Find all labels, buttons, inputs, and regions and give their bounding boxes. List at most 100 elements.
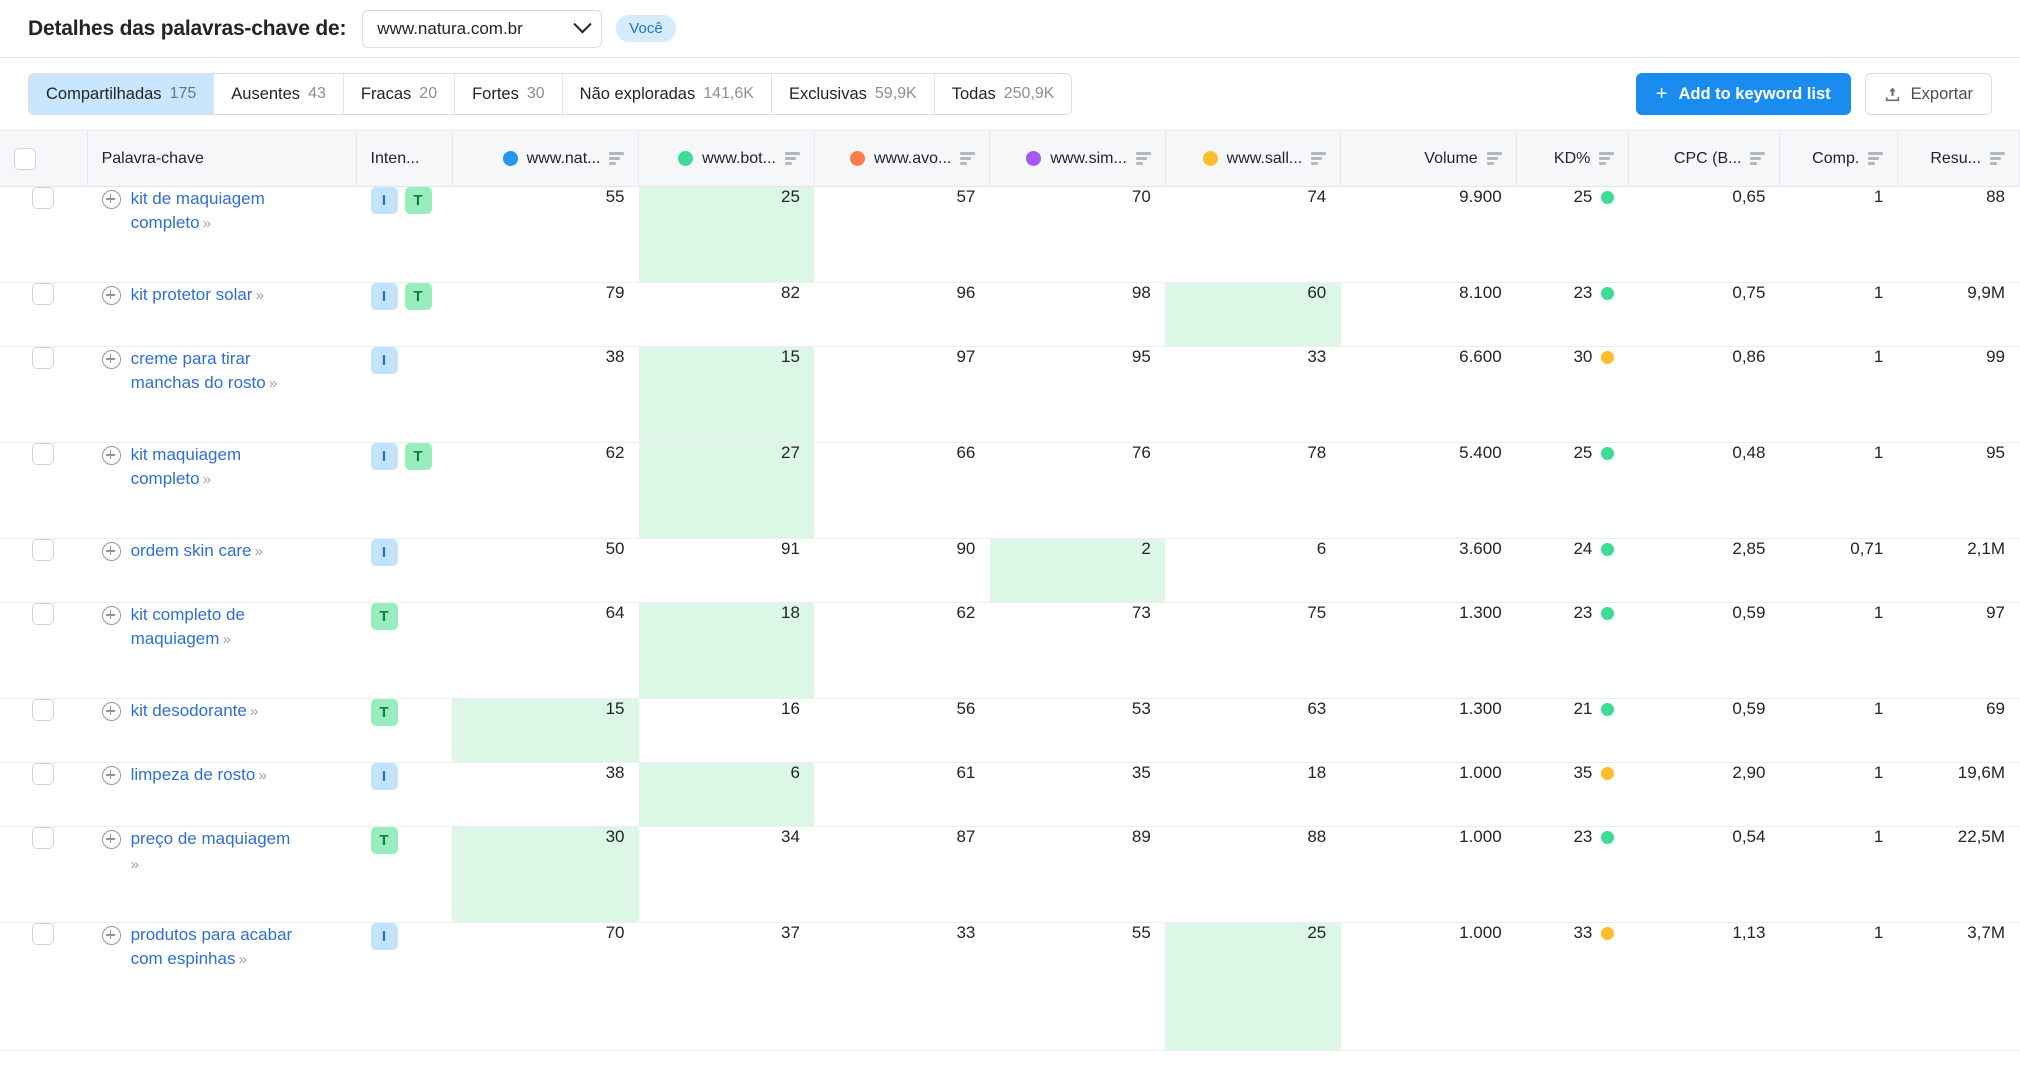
add-keyword-icon[interactable]: [102, 606, 121, 625]
intent-badge-T[interactable]: T: [371, 699, 398, 726]
tab-exclusivas[interactable]: Exclusivas59,9K: [772, 74, 935, 114]
tab-fracas[interactable]: Fracas20: [344, 74, 455, 114]
column-header-boticario[interactable]: www.bot...: [639, 131, 814, 187]
keyword-expand-icon[interactable]: »: [131, 856, 138, 873]
intent-badge-I[interactable]: I: [371, 539, 398, 566]
row-checkbox[interactable]: [32, 699, 54, 721]
column-header-avon[interactable]: www.avo...: [814, 131, 989, 187]
sort-icon-sim[interactable]: [1136, 152, 1151, 165]
column-header-keyword[interactable]: Palavra-chave: [87, 131, 356, 187]
column-header-natura[interactable]: www.nat...: [452, 131, 639, 187]
add-to-keyword-list-button[interactable]: + Add to keyword list: [1636, 73, 1851, 115]
table-row[interactable]: kit desodorante »T15165653631.300210,591…: [0, 699, 2020, 763]
intent-badge-T[interactable]: T: [405, 187, 432, 214]
table-row[interactable]: kit completo de maquiagem »T64186273751.…: [0, 603, 2020, 699]
keyword-link[interactable]: ordem skin care »: [131, 539, 262, 564]
row-checkbox[interactable]: [32, 347, 54, 369]
add-keyword-icon[interactable]: [102, 830, 121, 849]
row-checkbox[interactable]: [32, 923, 54, 945]
keyword-expand-icon[interactable]: »: [200, 471, 211, 488]
sort-icon-natura[interactable]: [609, 152, 624, 165]
tab-todas[interactable]: Todas250,9K: [935, 74, 1072, 114]
table-row[interactable]: kit protetor solar »IT79829698608.100230…: [0, 283, 2020, 347]
intent-badge-I[interactable]: I: [371, 763, 398, 790]
sort-icon-avon[interactable]: [960, 152, 975, 165]
add-keyword-icon[interactable]: [102, 542, 121, 561]
row-checkbox[interactable]: [32, 827, 54, 849]
sort-icon-sally[interactable]: [1311, 152, 1326, 165]
table-row[interactable]: kit maquiagem completo »IT62276676785.40…: [0, 443, 2020, 539]
row-checkbox[interactable]: [32, 763, 54, 785]
add-keyword-icon[interactable]: [102, 766, 121, 785]
row-checkbox[interactable]: [32, 187, 54, 209]
intent-badge-I[interactable]: I: [371, 283, 398, 310]
keyword-link[interactable]: limpeza de rosto »: [131, 763, 266, 788]
column-header-comp[interactable]: Comp.: [1780, 131, 1898, 187]
domain-select[interactable]: www.natura.com.br: [362, 10, 602, 48]
keyword-link[interactable]: kit de maquiagem completo »: [131, 187, 299, 236]
tab-fortes[interactable]: Fortes30: [455, 74, 563, 114]
table-row[interactable]: preço de maquiagem »T30348789881.000230,…: [0, 827, 2020, 923]
sort-icon-boticario[interactable]: [785, 152, 800, 165]
table-row[interactable]: creme para tirar manchas do rosto »I3815…: [0, 347, 2020, 443]
select-all-checkbox[interactable]: [14, 148, 36, 170]
table-row[interactable]: limpeza de rosto »I3866135181.000352,901…: [0, 763, 2020, 827]
keyword-link[interactable]: produtos para acabar com espinhas »: [131, 923, 299, 972]
column-header-cpc[interactable]: CPC (B...: [1629, 131, 1780, 187]
intent-badge-T[interactable]: T: [371, 603, 398, 630]
intent-badge-I[interactable]: I: [371, 347, 398, 374]
add-keyword-icon[interactable]: [102, 286, 121, 305]
column-header-volume[interactable]: Volume: [1341, 131, 1516, 187]
add-keyword-icon[interactable]: [102, 926, 121, 945]
table-row[interactable]: kit de maquiagem completo »IT55255770749…: [0, 187, 2020, 283]
results-cell: 19,6M: [1898, 763, 2020, 827]
intent-badge-T[interactable]: T: [371, 827, 398, 854]
tab-não-exploradas[interactable]: Não exploradas141,6K: [563, 74, 772, 114]
intent-badge-T[interactable]: T: [405, 443, 432, 470]
intent-badge-I[interactable]: I: [371, 187, 398, 214]
keyword-expand-icon[interactable]: »: [200, 215, 211, 232]
keyword-link[interactable]: kit protetor solar »: [131, 283, 263, 308]
add-keyword-icon[interactable]: [102, 702, 121, 721]
add-keyword-icon[interactable]: [102, 446, 121, 465]
keyword-expand-icon[interactable]: »: [255, 767, 266, 784]
column-header-kd[interactable]: KD%: [1516, 131, 1629, 187]
keyword-link[interactable]: preço de maquiagem »: [131, 827, 299, 877]
add-keyword-icon[interactable]: [102, 190, 121, 209]
export-button[interactable]: Exportar: [1865, 73, 1992, 115]
intent-badge-I[interactable]: I: [371, 923, 398, 950]
keyword-link[interactable]: kit maquiagem completo »: [131, 443, 299, 492]
intent-badge-T[interactable]: T: [405, 283, 432, 310]
column-header-results[interactable]: Resu...: [1898, 131, 2020, 187]
tab-compartilhadas[interactable]: Compartilhadas175: [29, 74, 214, 114]
tab-ausentes[interactable]: Ausentes43: [214, 74, 344, 114]
keyword-link[interactable]: kit desodorante »: [131, 699, 258, 724]
sort-icon-results[interactable]: [1990, 152, 2005, 165]
sort-icon-volume[interactable]: [1487, 152, 1502, 165]
sort-icon-comp[interactable]: [1868, 152, 1883, 165]
column-header-sim[interactable]: www.sim...: [990, 131, 1165, 187]
row-checkbox[interactable]: [32, 443, 54, 465]
table-row[interactable]: ordem skin care »I509190263.600242,850,7…: [0, 539, 2020, 603]
domain-color-dot-avon: [850, 151, 865, 166]
keyword-link[interactable]: kit completo de maquiagem »: [131, 603, 299, 652]
keyword-expand-icon[interactable]: »: [266, 375, 277, 392]
keyword-expand-icon[interactable]: »: [219, 631, 230, 648]
row-checkbox[interactable]: [32, 283, 54, 305]
table-row[interactable]: produtos para acabar com espinhas »I7037…: [0, 923, 2020, 1051]
intent-badge-I[interactable]: I: [371, 443, 398, 470]
sort-icon-cpc[interactable]: [1750, 152, 1765, 165]
add-keyword-icon[interactable]: [102, 350, 121, 369]
column-header-sally[interactable]: www.sall...: [1165, 131, 1340, 187]
keyword-expand-icon[interactable]: »: [252, 543, 263, 560]
row-checkbox[interactable]: [32, 603, 54, 625]
sort-icon-kd[interactable]: [1599, 152, 1614, 165]
kd-wrapper: 23: [1531, 603, 1615, 623]
column-header-intent[interactable]: Inten...: [356, 131, 452, 187]
keyword-expand-icon[interactable]: »: [235, 951, 246, 968]
keyword-expand-icon[interactable]: »: [252, 287, 263, 304]
you-badge[interactable]: Você: [616, 15, 675, 42]
row-checkbox[interactable]: [32, 539, 54, 561]
keyword-expand-icon[interactable]: »: [247, 703, 258, 720]
keyword-link[interactable]: creme para tirar manchas do rosto »: [131, 347, 299, 396]
